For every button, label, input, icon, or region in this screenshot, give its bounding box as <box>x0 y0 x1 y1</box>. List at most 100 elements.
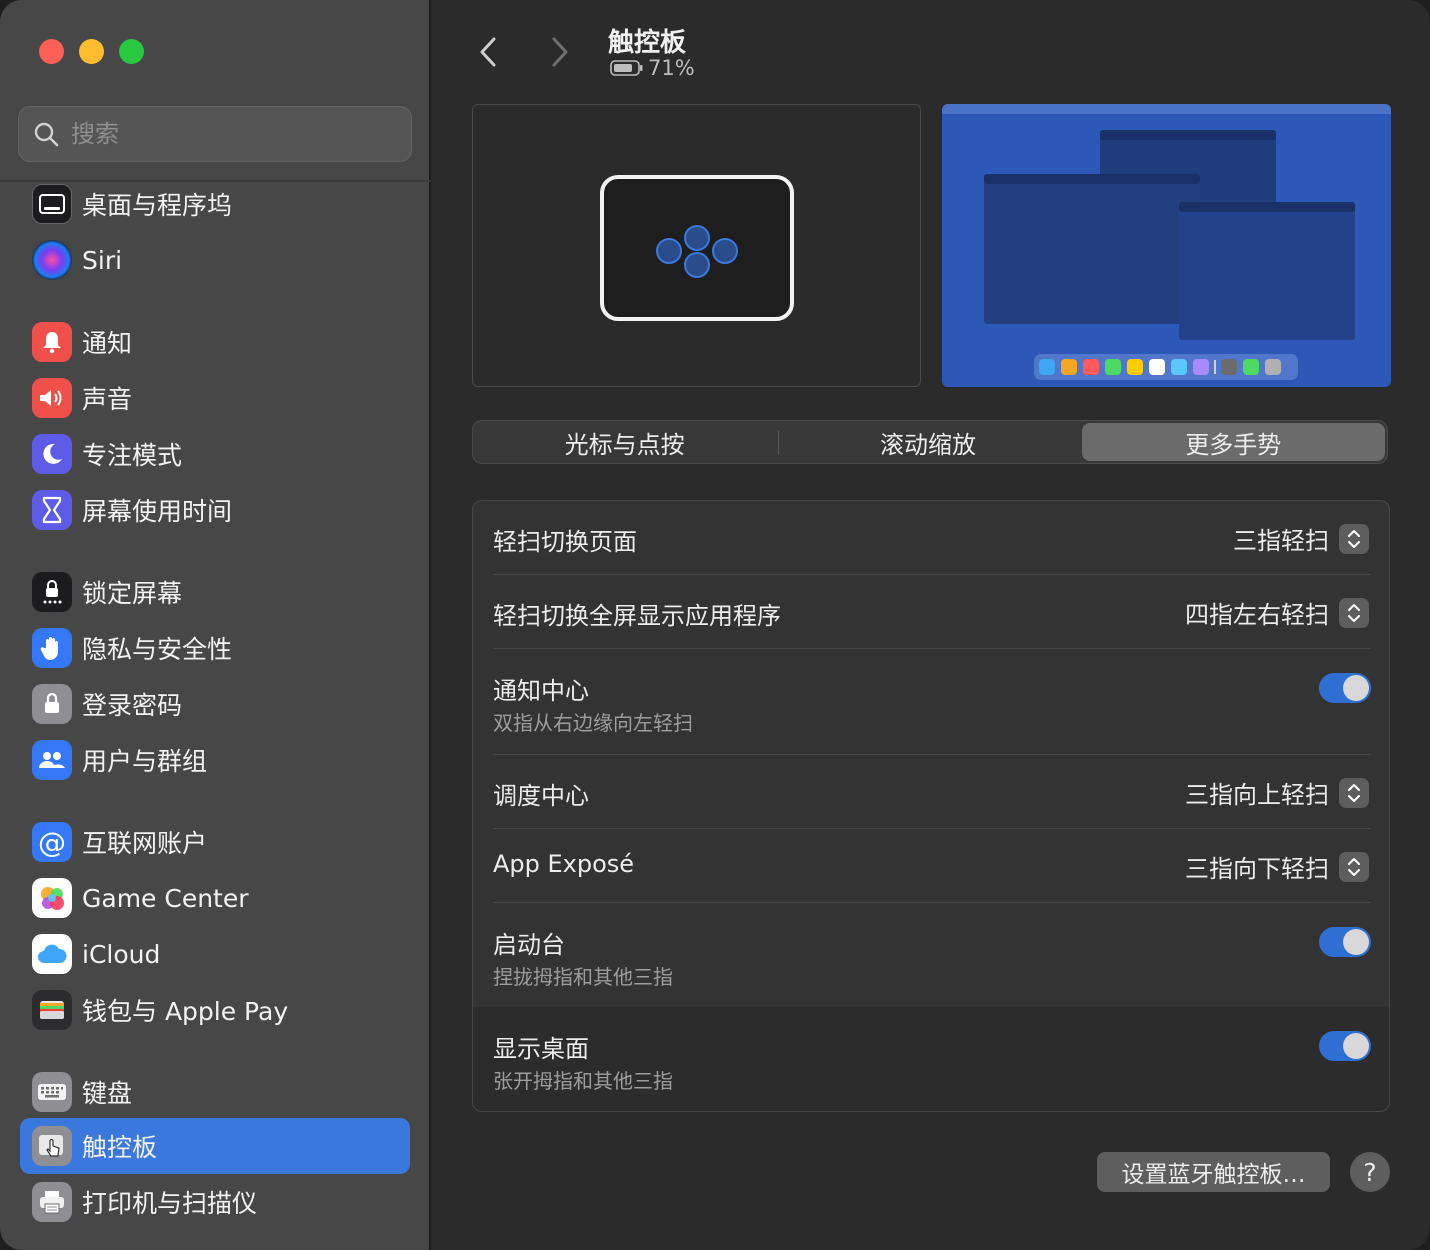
sidebar-item-label: 触控板 <box>82 1133 158 1162</box>
forward-button[interactable] <box>540 30 580 74</box>
setting-title: 显示桌面 <box>493 1035 589 1063</box>
sidebar-item-label: 桌面与程序坞 <box>82 191 233 220</box>
setting-row-app-expose: App Exposé 三指向下轻扫 <box>473 829 1389 903</box>
gestures-panel: 轻扫切换页面 三指轻扫 轻扫切换全屏显示应用程序 四指左右轻扫 通知中心 双指从… <box>472 500 1390 1112</box>
sidebar-item-label: Siri <box>82 245 123 275</box>
sidebar-item-label: 打印机与扫描仪 <box>82 1189 258 1218</box>
close-window-button[interactable] <box>39 39 64 64</box>
sidebar-item-desktop-dock[interactable]: 桌面与程序坞 <box>20 176 410 232</box>
search-input[interactable] <box>71 120 391 148</box>
zoom-window-button[interactable] <box>119 39 144 64</box>
sidebar-item-printers-scanners[interactable]: 打印机与扫描仪 <box>20 1174 410 1230</box>
setting-title: 启动台 <box>493 931 565 959</box>
setting-title: 通知中心 <box>493 677 589 705</box>
chevron-left-icon <box>480 37 496 67</box>
sidebar-item-game-center[interactable]: Game Center <box>20 870 410 926</box>
cloud-icon <box>32 934 72 974</box>
setup-bluetooth-trackpad-button[interactable]: 设置蓝牙触控板… <box>1097 1152 1330 1192</box>
setting-title: 调度中心 <box>493 782 589 810</box>
sidebar-item-screen-time[interactable]: 屏幕使用时间 <box>20 482 410 538</box>
sidebar-item-label: 互联网账户 <box>82 829 208 858</box>
setting-title: 轻扫切换全屏显示应用程序 <box>493 602 781 630</box>
swipe-fullscreen-popup[interactable]: 四指左右轻扫 <box>1185 595 1369 630</box>
back-button[interactable] <box>468 30 508 74</box>
sidebar-item-siri[interactable]: Siri <box>20 232 410 288</box>
bell-icon <box>32 322 72 362</box>
sidebar-item-label: 通知 <box>82 329 133 358</box>
sidebar-item-sound[interactable]: 声音 <box>20 370 410 426</box>
sidebar-item-label: 键盘 <box>82 1079 133 1108</box>
sidebar-item-notifications[interactable]: 通知 <box>20 314 410 370</box>
chevron-right-icon <box>552 37 568 67</box>
search-field[interactable] <box>18 106 412 162</box>
gesture-illustration <box>472 104 921 387</box>
hand-icon <box>32 628 72 668</box>
sidebar-item-label: 登录密码 <box>82 691 183 720</box>
launchpad-toggle[interactable] <box>1319 927 1371 957</box>
search-icon <box>34 122 59 147</box>
sidebar-item-login-password[interactable]: 登录密码 <box>20 676 410 732</box>
keyboard-icon <box>32 1072 72 1112</box>
updown-chevron-icon <box>1339 851 1369 882</box>
sidebar-item-label: 用户与群组 <box>82 747 208 776</box>
setting-title: App Exposé <box>493 850 635 878</box>
popup-value: 三指轻扫 <box>1233 527 1329 555</box>
notification-center-toggle[interactable] <box>1319 673 1371 703</box>
main-pane: 触控板 71% 光标与点按 滚动缩放 更多手势 轻扫切换页面 三指轻扫 轻扫切换… <box>432 0 1430 1250</box>
tab-point-click[interactable]: 光标与点按 <box>473 421 776 463</box>
tab-scroll-zoom[interactable]: 滚动缩放 <box>776 421 1079 463</box>
popup-value: 三指向上轻扫 <box>1185 781 1329 809</box>
sidebar-item-users-groups[interactable]: 用户与群组 <box>20 732 410 788</box>
moon-icon <box>32 434 72 474</box>
hourglass-icon <box>32 490 72 530</box>
settings-window: 桌面与程序坞 Siri 通知 声音 <box>0 0 1430 1250</box>
swipe-pages-popup[interactable]: 三指轻扫 <box>1233 521 1369 556</box>
updown-chevron-icon <box>1339 597 1369 628</box>
desktop-preview-image <box>942 104 1391 387</box>
sidebar-item-focus[interactable]: 专注模式 <box>20 426 410 482</box>
desktop-preview <box>942 104 1391 387</box>
sidebar-item-label: 锁定屏幕 <box>82 579 183 608</box>
printer-icon <box>32 1182 72 1222</box>
sidebar-item-label: 声音 <box>82 385 133 414</box>
sidebar-item-label: 钱包与 Apple Pay <box>82 997 289 1026</box>
help-button[interactable]: ? <box>1350 1152 1390 1192</box>
sidebar-item-label: 隐私与安全性 <box>82 635 233 664</box>
dock-icon <box>32 184 72 224</box>
sidebar-item-trackpad[interactable]: 触控板 <box>20 1118 410 1174</box>
siri-icon <box>32 240 72 280</box>
setting-row-launchpad: 启动台 捏拢拇指和其他三指 <box>473 903 1389 1007</box>
tab-separator <box>778 431 779 455</box>
setting-subtitle: 双指从右边缘向左轻扫 <box>493 711 693 735</box>
setting-row-swipe-fullscreen-apps: 轻扫切换全屏显示应用程序 四指左右轻扫 <box>473 575 1389 649</box>
minimize-window-button[interactable] <box>79 39 104 64</box>
sidebar: 桌面与程序坞 Siri 通知 声音 <box>0 0 431 1250</box>
window-controls <box>39 39 144 64</box>
mission-control-popup[interactable]: 三指向上轻扫 <box>1185 775 1369 810</box>
sidebar-item-lock-screen[interactable]: 锁定屏幕 <box>20 564 410 620</box>
trackpad-illustration <box>600 175 794 321</box>
speaker-icon <box>32 378 72 418</box>
tab-more-gestures[interactable]: 更多手势 <box>1081 423 1385 461</box>
sidebar-item-wallet-apple-pay[interactable]: 钱包与 Apple Pay <box>20 982 410 1038</box>
setting-subtitle: 捏拢拇指和其他三指 <box>493 965 673 989</box>
setting-row-show-desktop: 显示桌面 张开拇指和其他三指 <box>473 1007 1389 1111</box>
popup-value: 四指左右轻扫 <box>1185 601 1329 629</box>
battery-status: 71% <box>610 56 695 80</box>
sidebar-item-label: 专注模式 <box>82 441 183 470</box>
setting-title: 轻扫切换页面 <box>493 528 637 556</box>
segmented-tabs: 光标与点按 滚动缩放 更多手势 <box>472 420 1388 464</box>
sidebar-item-internet-accounts[interactable]: @ 互联网账户 <box>20 814 410 870</box>
sidebar-item-keyboard[interactable]: 键盘 <box>20 1064 410 1120</box>
app-expose-popup[interactable]: 三指向下轻扫 <box>1185 849 1369 884</box>
sidebar-item-privacy-security[interactable]: 隐私与安全性 <box>20 620 410 676</box>
battery-icon <box>610 60 643 76</box>
sidebar-item-icloud[interactable]: iCloud <box>20 926 410 982</box>
lock-icon <box>32 684 72 724</box>
setting-row-swipe-pages: 轻扫切换页面 三指轻扫 <box>473 501 1389 575</box>
updown-chevron-icon <box>1339 777 1369 808</box>
show-desktop-toggle[interactable] <box>1319 1031 1371 1061</box>
wallet-icon <box>32 990 72 1030</box>
popup-value: 三指向下轻扫 <box>1185 855 1329 883</box>
at-icon: @ <box>32 822 72 862</box>
